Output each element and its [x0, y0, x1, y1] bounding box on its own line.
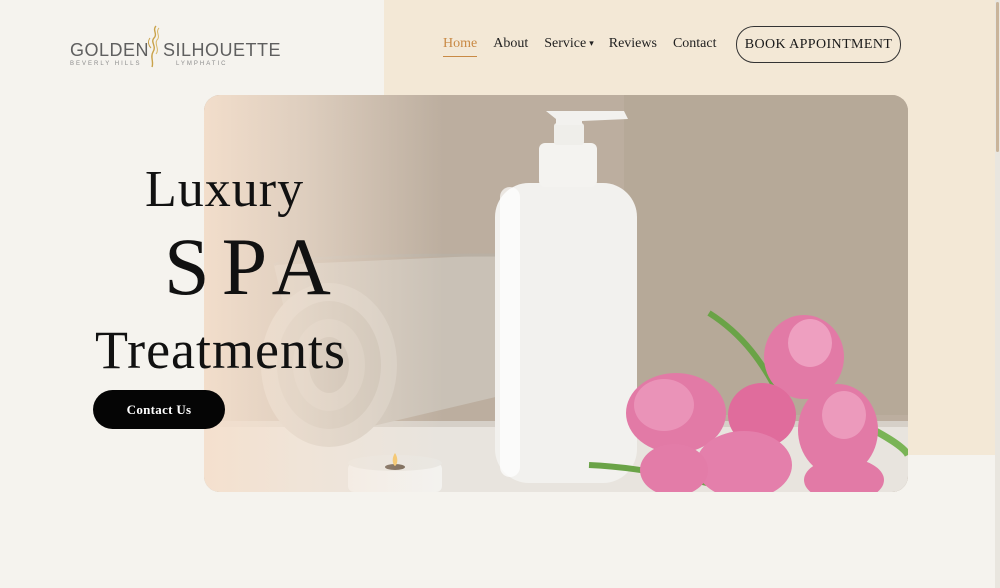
logo-word-left: GOLDEN — [70, 40, 150, 60]
logo[interactable]: GOLDEN SILHOUETTE BEVERLY HILLS LYMPHATIC — [70, 24, 281, 72]
candle-illustration — [348, 453, 442, 492]
logo-wordmark: GOLDEN SILHOUETTE — [70, 40, 281, 60]
hero-title-line-2: SPA — [164, 221, 343, 312]
logo-sub-right: LYMPHATIC — [176, 61, 228, 67]
hero-title-line-1: Luxury — [145, 161, 305, 218]
scrollbar-thumb[interactable] — [996, 2, 999, 152]
nav-home[interactable]: Home — [443, 36, 478, 57]
main-nav: Home About Service ▾ Reviews Contact — [443, 36, 717, 57]
logo-word-right: SILHOUETTE — [163, 40, 282, 60]
contact-us-button[interactable]: Contact Us — [93, 390, 225, 429]
nav-contact[interactable]: Contact — [673, 36, 717, 57]
logo-sub-left: BEVERLY HILLS — [70, 61, 142, 67]
nav-about[interactable]: About — [493, 36, 528, 57]
nav-reviews[interactable]: Reviews — [609, 36, 657, 57]
chevron-down-icon: ▾ — [589, 38, 594, 48]
silhouette-figure-icon — [147, 25, 160, 68]
nav-service[interactable]: Service ▾ — [544, 36, 594, 57]
scrollbar[interactable] — [995, 0, 1000, 588]
book-appointment-button[interactable]: BOOK APPOINTMENT — [736, 26, 901, 63]
nav-service-label: Service — [544, 36, 587, 51]
hero-title-line-3: Treatments — [95, 320, 346, 380]
